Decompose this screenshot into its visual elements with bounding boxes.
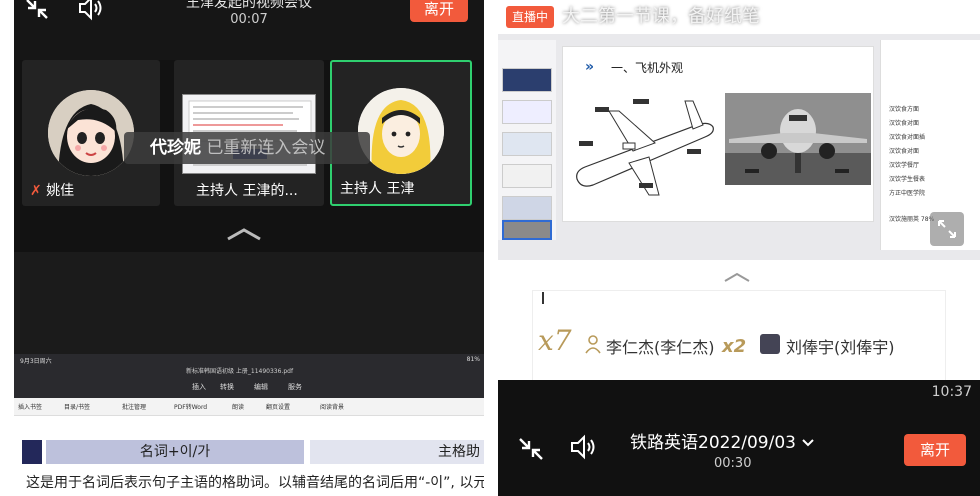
participant-tiles: ✗ 姚佳 主持人 王津的... 主持人 王津 代珍妮 已重新连入会议 — [14, 58, 484, 210]
pdf-tool-background[interactable]: 阅读背景 — [320, 402, 344, 411]
pdf-tool-page-settings[interactable]: 翻页设置 — [266, 402, 290, 411]
shared-slide: » 一、飞机外观 汉饮食方面 汉饮食对面 汉饮食对面插 汉饮食对面 汉饮学餐厅 … — [498, 34, 980, 260]
live-timer: 00:30 — [714, 456, 752, 471]
pdf-tool-insert-bookmark[interactable]: 插入书签 — [18, 402, 42, 411]
pdf-page: 名词+이/가 主格助 这是用于名词后表示句子主语的格助词。以辅音结尾的名词后用“… — [14, 416, 484, 496]
pdf-menu-convert[interactable]: 转换 — [220, 382, 234, 392]
slide-thumbnail[interactable] — [502, 196, 552, 220]
left-meeting-panel: 王津发起的视频会议 00:07 离开 ✗ 姚佳 主持人 王津的... 主持人 王… — [14, 0, 484, 496]
avatar — [48, 90, 134, 176]
pdf-body-text: 这是用于名词后表示句子主语的格助词。以辅音结尾的名词后用“-이”, 以元音 — [26, 475, 484, 491]
slide-thumbnail[interactable] — [502, 68, 552, 92]
slide-thumbnail[interactable] — [502, 132, 552, 156]
pdf-heading-left: 名词+이/가 — [46, 440, 304, 464]
slide-thumbnail[interactable] — [502, 164, 552, 188]
pdf-battery: 81% — [466, 356, 480, 363]
live-badge: 直播中 — [506, 6, 554, 28]
pdf-tool-pdf-to-word[interactable]: PDF转Word — [174, 402, 207, 411]
side-pane-item[interactable]: 汉饮食对面插 — [889, 132, 925, 141]
slide-thumbnails — [498, 40, 556, 240]
airplane-photo — [725, 93, 871, 185]
pdf-tool-toc[interactable]: 目录/书签 — [64, 402, 90, 411]
meeting-title: 王津发起的视频会议 — [186, 0, 312, 11]
right-live-panel: » 一、飞机外观 汉饮食方面 汉饮食对面 汉饮食对面插 汉饮食对面 汉饮学餐厅 … — [498, 0, 980, 496]
leave-button[interactable]: 离开 — [904, 434, 966, 466]
user-icon — [584, 334, 602, 358]
expand-icon[interactable] — [930, 212, 964, 246]
live-title: 大二第一节课，备好纸笔 — [562, 6, 760, 27]
chevron-up-icon[interactable] — [224, 226, 264, 246]
speaker-icon[interactable] — [566, 432, 602, 462]
notice-message: 已重新连入会议 — [201, 138, 326, 158]
gift-user-name: 刘俸宇(刘俸宇) — [786, 338, 895, 357]
side-pane-item[interactable]: 汉饮学餐厅 — [889, 160, 919, 169]
pdf-menu-service[interactable]: 服务 — [288, 382, 302, 392]
notice-name: 代珍妮 — [150, 138, 201, 158]
live-top-bar: 直播中 大二第一节课，备好纸笔 — [498, 0, 980, 40]
screenshot-root: 王津发起的视频会议 00:07 离开 ✗ 姚佳 主持人 王津的... 主持人 王… — [0, 0, 980, 496]
status-time: 10:37 — [931, 384, 972, 400]
leave-button[interactable]: 离开 — [410, 0, 468, 22]
slide-heading: 一、飞机外观 — [611, 61, 684, 75]
meeting-timer: 00:07 — [230, 12, 268, 27]
pdf-filename: 新标准韩国语初级 上册_11490336.pdf — [186, 368, 294, 375]
chevron-up-icon[interactable] — [722, 268, 752, 287]
participant-label: 主持人 王津的... — [196, 183, 298, 199]
gift-count: x2 — [722, 336, 747, 357]
slide-thumbnail-active[interactable] — [502, 220, 552, 240]
collapse-icon[interactable] — [22, 0, 52, 22]
side-pane-item[interactable]: 方正中医学院 — [889, 188, 925, 197]
pdf-heading-marker — [22, 440, 42, 464]
pdf-reader-topbar: 9月3日周六 81% 新标准韩国语初级 上册_11490336.pdf 插入 转… — [14, 354, 484, 398]
live-bottom-bar: 10:37 铁路英语2022/09/03 00:30 离开 — [498, 380, 980, 496]
participant-label: 主持人 王津 — [340, 181, 415, 197]
mic-muted-icon: ✗ — [30, 183, 42, 199]
gift-count: x7 — [538, 324, 572, 357]
side-pane-item[interactable]: 汉饮食对面 — [889, 118, 919, 127]
side-pane-item[interactable]: 汉饮食方面 — [889, 104, 919, 113]
speaker-icon[interactable] — [74, 0, 108, 22]
pdf-menu-insert[interactable]: 插入 — [192, 382, 206, 392]
slide-thumbnail[interactable] — [502, 100, 552, 124]
text-cursor — [542, 292, 544, 304]
gift-user-name: 李仁杰(李仁杰) — [606, 338, 715, 357]
avatar — [760, 334, 780, 354]
collapse-icon[interactable] — [514, 434, 548, 464]
side-pane-item[interactable]: 汉饮施丽英 78% — [889, 214, 934, 223]
avatar — [358, 88, 444, 174]
reconnect-notice: 代珍妮 已重新连入会议 — [124, 132, 370, 164]
pdf-status-date: 9月3日周六 — [20, 358, 52, 365]
pdf-toolbar: 插入书签 目录/书签 批注管理 PDF转Word 朗读 翻页设置 阅读背景 — [14, 398, 484, 416]
meeting-empty-area — [14, 252, 484, 360]
chevron-right-icon: » — [585, 59, 595, 75]
pdf-tool-read-aloud[interactable]: 朗读 — [232, 402, 244, 411]
participant-label: ✗ 姚佳 — [30, 183, 75, 199]
airplane-diagram — [576, 99, 714, 196]
pdf-menu-edit[interactable]: 编辑 — [254, 382, 268, 392]
slide-canvas: » 一、飞机外观 — [562, 46, 874, 222]
gift-chat-area: x7 李仁杰(李仁杰) x2 刘俸宇(刘俸宇) — [498, 262, 980, 382]
live-room-title[interactable]: 铁路英语2022/09/03 — [630, 428, 815, 453]
side-pane-item[interactable]: 汉饮学生餐表 — [889, 174, 925, 183]
side-pane-item[interactable]: 汉饮食对面 — [889, 146, 919, 155]
chevron-down-icon[interactable] — [801, 433, 815, 453]
pdf-tool-annotations[interactable]: 批注管理 — [122, 402, 146, 411]
meeting-top-bar: 王津发起的视频会议 00:07 离开 — [14, 0, 484, 60]
pdf-heading-right: 主格助 — [310, 440, 484, 464]
